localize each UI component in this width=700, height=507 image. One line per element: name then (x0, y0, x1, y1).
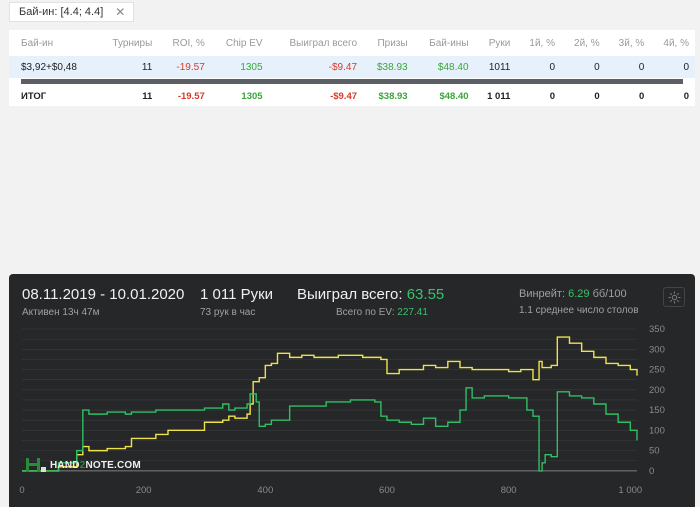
y-tick-label: 300 (649, 344, 665, 355)
x-tick-label: 1 000 (618, 485, 642, 496)
y-tick-label: 50 (649, 446, 660, 457)
total-chip-ev: 1305 (241, 90, 263, 102)
y-tick-label: 200 (649, 385, 665, 396)
col-header-buyins[interactable]: Бай-ины (414, 30, 475, 56)
x-tick-label: 400 (257, 485, 273, 496)
cell-roi: -19.57 (158, 56, 211, 78)
total-1st: 0 (549, 90, 555, 102)
stats-table-card: Бай-ин Турниры ROI, % Chip EV Выиграл вс… (9, 30, 695, 106)
cell-buyins: $48.40 (413, 56, 475, 78)
x-tick-label: 600 (379, 485, 395, 496)
table-header-row: Бай-ин Турниры ROI, % Chip EV Выиграл вс… (9, 30, 695, 56)
total-2nd: 0 (594, 90, 600, 102)
col-header-2nd[interactable]: 2й, % (561, 30, 606, 56)
total-tournaments: 11 (142, 90, 153, 102)
total-prizes: $38.93 (378, 90, 408, 102)
cell-1st: 0 (516, 56, 561, 78)
cell-3rd: 0 (605, 56, 651, 78)
cell-won-total: -$9.47 (268, 56, 364, 78)
total-won: -$9.47 (330, 90, 358, 102)
total-3rd: 0 (638, 90, 645, 102)
col-header-prizes[interactable]: Призы (363, 30, 414, 56)
stats-table: Бай-ин Турниры ROI, % Chip EV Выиграл вс… (9, 30, 695, 108)
hand2note-logo: HAND2NOTE.COM (25, 457, 141, 473)
col-header-hands[interactable]: Руки (475, 30, 517, 56)
cell-prizes: $38.93 (363, 56, 414, 78)
total-row: ИТОГ 11 -19.57 1305 -$9.47 $38.93 $48.40… (9, 84, 695, 108)
buyin-filter-label: Бай-ин: [4.4; 4.4] (19, 6, 104, 18)
col-header-3rd[interactable]: 3й, % (606, 30, 651, 56)
close-icon[interactable]: ✕ (115, 5, 125, 19)
cell-chip-ev: 1305 (210, 56, 269, 78)
cell-4th: 0 (650, 56, 695, 78)
hand2note-logo-icon (26, 458, 46, 472)
cell-buyin: $3,92+$0,48 (9, 56, 97, 78)
col-header-tournaments[interactable]: Турниры (97, 30, 159, 56)
total-4th: 0 (683, 90, 689, 102)
total-hands: 1 011 (487, 90, 511, 102)
col-header-roi[interactable]: ROI, % (158, 30, 211, 56)
x-tick-label: 800 (501, 485, 517, 496)
y-tick-label: 250 (649, 365, 665, 376)
cell-2nd: 0 (561, 56, 606, 78)
col-header-chip-ev[interactable]: Chip EV (211, 30, 269, 56)
col-header-4th[interactable]: 4й, % (650, 30, 695, 56)
col-header-1st[interactable]: 1й, % (516, 30, 561, 56)
total-label: ИТОГ (21, 90, 47, 102)
y-tick-label: 350 (649, 324, 665, 335)
hand2note-logo-text: HAND2NOTE.COM (50, 459, 141, 471)
y-tick-label: 100 (649, 425, 665, 436)
total-roi: -19.57 (177, 90, 205, 102)
horizontal-scrollbar[interactable] (21, 78, 683, 84)
y-tick-label: 0 (649, 466, 654, 477)
cell-tournaments: 11 (96, 56, 159, 78)
table-row[interactable]: $3,92+$0,48 11 -19.57 1305 -$9.47 $38.93… (9, 56, 695, 78)
x-tick-label: 200 (136, 485, 152, 496)
graph-card: 08.11.2019 - 10.01.2020 Активен 13ч 47м … (9, 274, 695, 507)
col-header-won-total[interactable]: Выиграл всего (269, 30, 363, 56)
y-tick-label: 150 (649, 405, 665, 416)
buyin-filter-chip[interactable]: Бай-ин: [4.4; 4.4] ✕ (9, 2, 135, 22)
total-buyins: $48.40 (439, 90, 469, 102)
col-header-buyin[interactable]: Бай-ин (9, 30, 97, 56)
x-tick-label: 0 (19, 485, 24, 496)
cell-hands: 1011 (474, 56, 517, 78)
